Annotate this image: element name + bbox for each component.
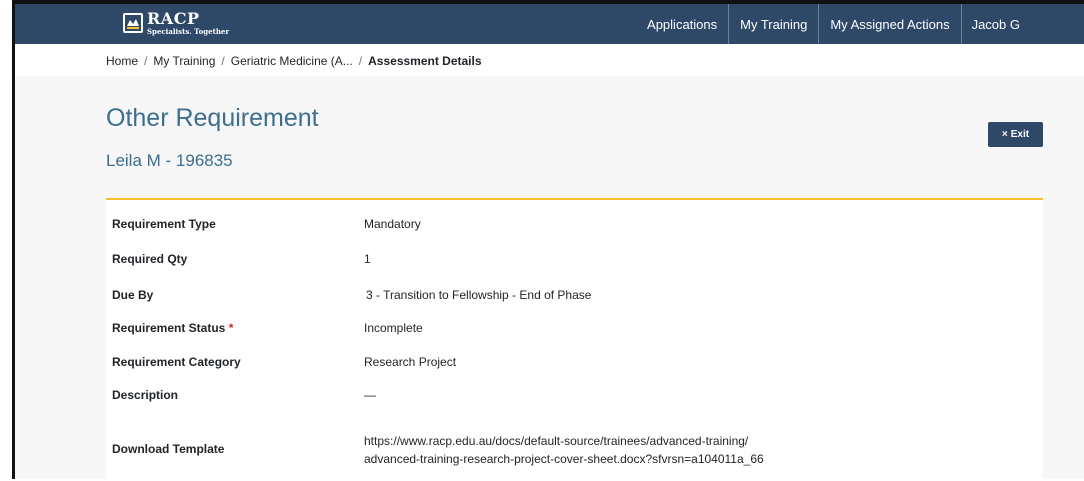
breadcrumb-home[interactable]: Home <box>106 54 138 68</box>
breadcrumb-separator: / <box>358 54 363 68</box>
requirement-category-value: Research Project <box>364 355 457 369</box>
description-value: — <box>364 388 376 402</box>
trainee-subtitle: Leila M - 196835 <box>106 151 233 170</box>
due-by-value: 3 - Transition to Fellowship - End of Ph… <box>366 288 592 302</box>
required-marker: * <box>228 321 234 335</box>
breadcrumb-separator: / <box>221 54 225 68</box>
download-template-link[interactable]: https://www.racp.edu.au/docs/default-sou… <box>364 432 924 468</box>
racp-crest-icon <box>123 13 143 33</box>
nav-item-my-assigned-actions[interactable]: My Assigned Actions <box>818 4 960 44</box>
description-label: Description <box>112 388 179 402</box>
requirement-status-label: Requirement Status <box>112 321 226 335</box>
breadcrumb-current: Assessment Details <box>368 54 482 68</box>
close-icon: × <box>1001 129 1008 140</box>
user-menu[interactable]: Jacob G <box>960 4 1084 44</box>
required-qty-value: 1 <box>364 252 371 266</box>
required-qty-label: Required Qty <box>112 252 188 266</box>
breadcrumb-program[interactable]: Geriatric Medicine (A... <box>231 54 353 68</box>
due-by-label: Due By <box>112 288 154 302</box>
breadcrumb: Home / My Training / Geriatric Medicine (A..… <box>106 54 482 68</box>
download-template-label: Download Template <box>112 442 225 456</box>
requirement-type-label: Requirement Type <box>112 217 216 231</box>
nav-item-applications[interactable]: Applications <box>636 4 728 44</box>
requirement-category-label: Requirement Category <box>112 355 241 369</box>
brand-tagline: Specialists. Together <box>147 27 230 36</box>
breadcrumb-my-training[interactable]: My Training <box>153 54 215 68</box>
nav-menu: Applications My Training My Assigned Act… <box>636 4 1084 44</box>
requirement-type-value: Mandatory <box>364 217 421 231</box>
breadcrumb-separator: / <box>144 54 148 68</box>
nav-item-my-training[interactable]: My Training <box>728 4 818 44</box>
racp-logo[interactable]: RACP Specialists. Together <box>123 11 229 35</box>
requirement-status-value: Incomplete <box>364 321 423 335</box>
page-title: Other Requirement <box>106 104 319 132</box>
brand-name: RACP <box>147 9 200 28</box>
exit-button[interactable]: × Exit <box>988 122 1043 147</box>
top-navbar: RACP Specialists. Together Applications … <box>15 4 1084 44</box>
exit-button-label: Exit <box>1010 129 1030 140</box>
requirement-details-card: Requirement Type Mandatory Required Qty … <box>106 198 1043 481</box>
